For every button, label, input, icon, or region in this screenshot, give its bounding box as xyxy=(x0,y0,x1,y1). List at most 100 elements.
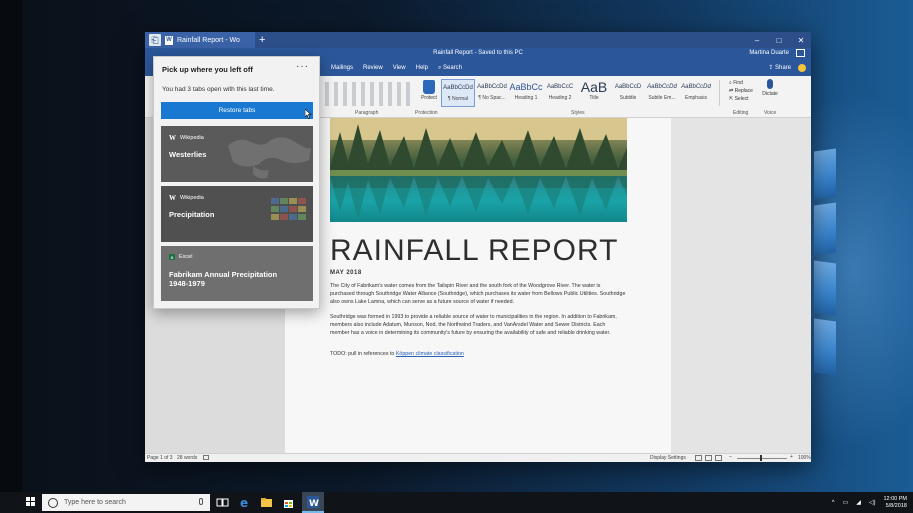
tab-rainfall-report[interactable]: ⎗ W Rainfall Report - Wo xyxy=(145,32,255,48)
style-gallery-item[interactable]: AaBbCcD Subtitle xyxy=(611,79,645,107)
paragraph-2[interactable]: Southridge was formed in 1993 to provide… xyxy=(330,313,626,337)
minimize-button[interactable]: – xyxy=(751,36,763,45)
style-gallery-item[interactable]: AaBbCcDd ¶ No Spac... xyxy=(475,79,509,107)
zoom-in-icon[interactable]: + xyxy=(790,454,793,460)
network-icon[interactable]: ◢ xyxy=(856,499,861,506)
file-explorer-icon[interactable] xyxy=(260,496,273,509)
new-tab-button[interactable]: + xyxy=(259,33,265,47)
document-title[interactable]: RAINFALL REPORT xyxy=(330,234,618,268)
style-name: Subtle Em... xyxy=(648,95,676,101)
koppen-link[interactable]: Köppen climate classification xyxy=(396,351,464,357)
microphone-icon[interactable] xyxy=(199,498,203,505)
style-sample: AaBbCcC xyxy=(546,84,574,90)
tab-card-fabrikam-precipitation[interactable]: X Excel Fabrikam Annual Precipitation 19… xyxy=(161,246,313,301)
maximize-button[interactable]: □ xyxy=(773,36,785,45)
protect-button[interactable]: Protect xyxy=(418,80,440,101)
styles-gallery-scroll[interactable] xyxy=(719,80,725,106)
taskbar: Type here to search e W ^ ▭ ◢ ◁) 12:00 P… xyxy=(0,492,913,513)
taskbar-search-box[interactable]: Type here to search xyxy=(42,494,210,511)
clock-date: 5/8/2018 xyxy=(885,502,907,509)
clock[interactable]: 12:00 PM 5/8/2018 xyxy=(883,496,907,510)
tell-me-search[interactable]: ⌕ Search xyxy=(438,65,462,72)
document-date[interactable]: MAY 2018 xyxy=(330,270,362,276)
tab-help[interactable]: Help xyxy=(416,65,428,72)
tell-me-label: Search xyxy=(442,65,462,71)
task-view-icon[interactable] xyxy=(216,496,229,509)
zoom-slider[interactable] xyxy=(737,458,787,459)
pick-up-flyout: Pick up where you left off ··· You had 3… xyxy=(153,56,320,309)
title-bar[interactable]: ⎗ W Rainfall Report - Wo + – □ ✕ xyxy=(145,32,811,48)
style-gallery-item[interactable]: AaBbCcDd Subtle Em... xyxy=(645,79,679,107)
ribbon-tabs: Mailings Review View Help ⌕ Search xyxy=(331,65,462,72)
group-label-styles: Styles xyxy=(571,110,585,116)
windows-logo-pane xyxy=(814,148,836,200)
svg-text:e: e xyxy=(240,496,248,509)
share-button[interactable]: ⇪ Share xyxy=(768,64,791,71)
document-page[interactable]: RAINFALL REPORT MAY 2018 The City of Fab… xyxy=(285,118,671,453)
paragraph-1[interactable]: The City of Fabrikam's water comes from … xyxy=(330,282,626,306)
group-label-voice: Voice xyxy=(764,110,777,116)
edge-browser-icon[interactable]: e xyxy=(238,496,251,509)
style-name: ¶ No Spac... xyxy=(478,95,506,101)
start-button[interactable] xyxy=(26,497,36,507)
find-label: Find xyxy=(733,80,743,86)
paragraph-tools[interactable] xyxy=(325,82,415,106)
chevron-up-icon[interactable]: ^ xyxy=(832,500,835,506)
replace-button[interactable]: ⇄ Replace xyxy=(729,87,753,95)
display-settings[interactable]: Display Settings xyxy=(650,455,686,461)
close-button[interactable]: ✕ xyxy=(795,36,807,45)
card-title: Westerlies xyxy=(169,150,207,159)
select-button[interactable]: ⇱ Select xyxy=(729,95,753,103)
style-sample: AaBbCcDd xyxy=(647,84,677,90)
card-source: W Wikipedia xyxy=(169,194,204,202)
tab-card-westerlies[interactable]: W Wikipedia Westerlies xyxy=(161,126,313,182)
page-count[interactable]: Page 1 of 3 xyxy=(147,455,173,461)
print-layout-icon[interactable] xyxy=(705,455,712,461)
web-layout-icon[interactable] xyxy=(715,455,722,461)
flyout-title: Pick up where you left off xyxy=(162,65,253,74)
find-button[interactable]: ⌕ Find xyxy=(729,79,753,87)
feedback-smiley-icon[interactable] xyxy=(798,64,806,72)
dictate-label: Dictate xyxy=(762,91,778,97)
dictate-button[interactable]: Dictate xyxy=(759,79,781,97)
restore-tabs-button[interactable]: Restore tabs xyxy=(161,102,313,119)
account-icon[interactable] xyxy=(796,49,805,57)
style-gallery-item[interactable]: AaBbCc Heading 1 xyxy=(509,79,543,107)
style-gallery-item[interactable]: AaBbCcDd Emphasis xyxy=(679,79,713,107)
tab-mailings[interactable]: Mailings xyxy=(331,65,353,72)
right-gutter xyxy=(671,118,811,453)
zoom-slider-thumb[interactable] xyxy=(760,455,762,461)
style-sample: AaBbCc xyxy=(509,82,543,92)
style-name: Heading 1 xyxy=(514,95,538,101)
read-mode-icon[interactable] xyxy=(695,455,702,461)
proofing-icon[interactable] xyxy=(203,455,209,460)
word-taskbar-button[interactable]: W xyxy=(302,492,324,513)
status-bar: Page 1 of 3 28 words Display Settings – … xyxy=(145,453,811,462)
more-options-icon[interactable]: ··· xyxy=(296,61,309,72)
back-arrow-icon[interactable]: ⎗ xyxy=(149,34,161,46)
group-label-paragraph: Paragraph xyxy=(355,110,379,116)
lake-forest-image[interactable] xyxy=(330,118,627,222)
volume-icon[interactable]: ◁) xyxy=(869,499,876,506)
word-count[interactable]: 28 words xyxy=(177,455,197,461)
todo-paragraph[interactable]: TODO: pull in references to Köppen clima… xyxy=(330,350,626,358)
store-icon[interactable] xyxy=(282,496,295,509)
cortana-icon xyxy=(48,497,58,508)
zoom-out-icon[interactable]: – xyxy=(729,454,732,460)
tab-review[interactable]: Review xyxy=(363,65,383,72)
desktop-left-edge xyxy=(0,0,22,492)
zoom-level[interactable]: 100% xyxy=(798,455,811,461)
battery-icon[interactable]: ▭ xyxy=(843,499,849,506)
styles-gallery: AaBbCcDd ¶ Normal AaBbCcDd ¶ No Spac... AaBb… xyxy=(441,79,719,107)
windows-logo-pane xyxy=(814,318,836,376)
style-gallery-item[interactable]: AaBbCcDd ¶ Normal xyxy=(441,79,475,107)
card-source-label: Wikipedia xyxy=(180,135,204,141)
tab-card-precipitation[interactable]: W Wikipedia Precipitation xyxy=(161,186,313,242)
style-sample: AaB xyxy=(580,79,608,95)
style-name: Heading 2 xyxy=(548,95,572,101)
tab-view[interactable]: View xyxy=(393,65,406,72)
style-gallery-item[interactable]: AaBbCcC Heading 2 xyxy=(543,79,577,107)
user-name[interactable]: Martina Duarte xyxy=(749,50,789,56)
style-name: Emphasis xyxy=(685,95,707,101)
style-gallery-item[interactable]: AaB Title xyxy=(577,79,611,107)
